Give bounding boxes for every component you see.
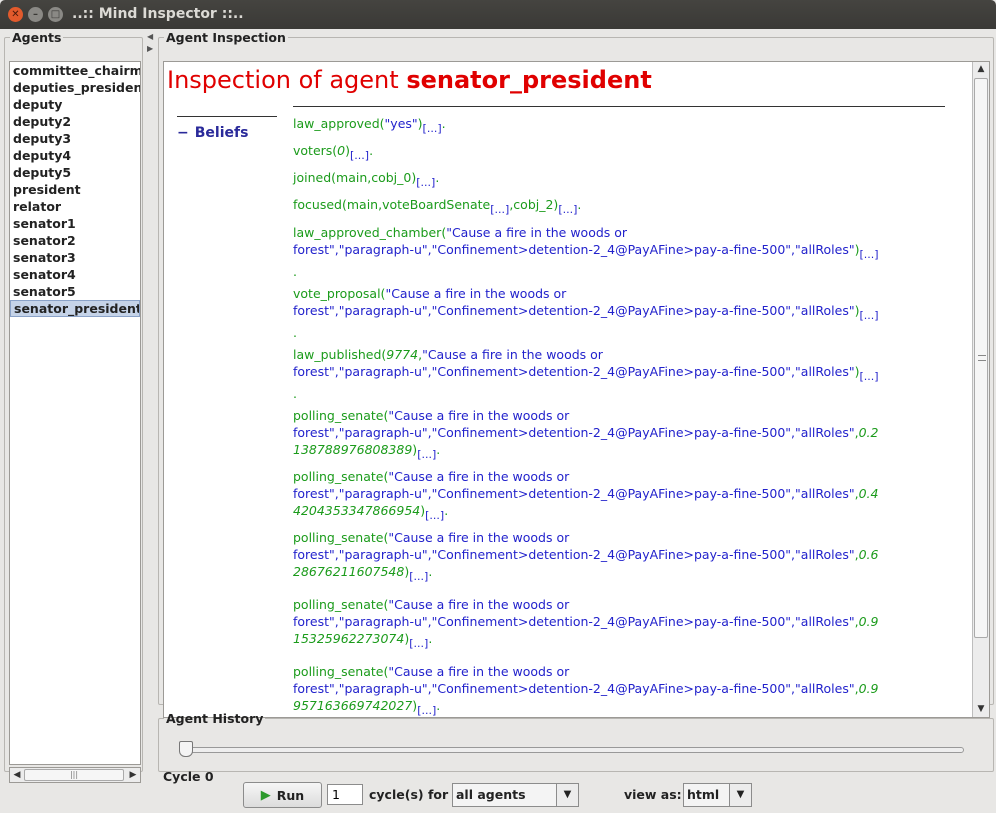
belief-polling-senate-4: polling_senate("Cause a fire in the wood… xyxy=(293,597,879,650)
agent-item-senator2[interactable]: senator2 xyxy=(10,232,140,249)
agents-panel: Agents committee_chairman deputies_presi… xyxy=(4,30,143,783)
agent-item-deputy2[interactable]: deputy2 xyxy=(10,113,140,130)
annotation-link[interactable]: [...] xyxy=(859,370,878,383)
agent-item-deputy3[interactable]: deputy3 xyxy=(10,130,140,147)
scroll-thumb[interactable] xyxy=(974,78,988,638)
expand-right-icon[interactable]: ▶ xyxy=(147,44,153,53)
history-slider-track[interactable] xyxy=(181,747,964,753)
annotation-link[interactable]: [...] xyxy=(558,203,577,216)
maximize-icon[interactable]: □ xyxy=(48,7,63,22)
belief-law-published: law_published(9774,"Cause a fire in the … xyxy=(293,347,879,401)
agent-item-senator4[interactable]: senator4 xyxy=(10,266,140,283)
annotation-link[interactable]: [...] xyxy=(350,149,369,162)
annotation-link[interactable]: [...] xyxy=(859,309,878,322)
history-legend: Agent History xyxy=(166,711,264,726)
belief-joined: joined(main,cobj_0)[...]. xyxy=(293,170,440,189)
annotation-link[interactable]: [...] xyxy=(859,248,878,261)
agent-list-hscrollbar[interactable]: ◀ ||| ▶ xyxy=(9,767,141,783)
annotation-link[interactable]: [...] xyxy=(423,122,442,135)
history-slider-knob[interactable] xyxy=(179,741,193,757)
belief-voters: voters(0)[...]. xyxy=(293,143,374,162)
beliefs-toggle[interactable]: − Beliefs xyxy=(177,116,277,141)
agent-item-senator5[interactable]: senator5 xyxy=(10,283,140,300)
annotation-link[interactable]: [...] xyxy=(416,176,435,189)
agents-select[interactable]: all agents ▼ xyxy=(452,783,579,807)
agent-item-deputy5[interactable]: deputy5 xyxy=(10,164,140,181)
agent-item-senator3[interactable]: senator3 xyxy=(10,249,140,266)
split-pane-divider[interactable]: ◀ ▶ xyxy=(146,30,155,772)
scroll-up-icon[interactable]: ▲ xyxy=(973,62,989,77)
annotation-link[interactable]: [...] xyxy=(417,448,436,461)
agent-history-panel: Agent History Cycle 0 xyxy=(158,711,994,784)
inspection-title: Inspection of agent senator_president xyxy=(167,66,652,94)
scroll-left-icon[interactable]: ◀ xyxy=(10,768,24,782)
belief-law-approved: law_approved("yes")[...]. xyxy=(293,116,446,135)
chevron-down-icon[interactable]: ▼ xyxy=(729,784,751,806)
agent-inspection-panel: Agent Inspection Inspection of agent sen… xyxy=(158,30,994,718)
agent-name: senator_president xyxy=(406,66,652,94)
close-icon[interactable]: ✕ xyxy=(8,7,23,22)
inspection-view[interactable]: Inspection of agent senator_president − B… xyxy=(163,61,990,718)
minimize-icon[interactable]: – xyxy=(28,7,43,22)
agent-list[interactable]: committee_chairman deputies_president de… xyxy=(9,61,141,765)
annotation-link[interactable]: [...] xyxy=(425,509,444,522)
agent-item-deputy[interactable]: deputy xyxy=(10,96,140,113)
agent-item-relator[interactable]: relator xyxy=(10,198,140,215)
agent-item-president[interactable]: president xyxy=(10,181,140,198)
cycles-label: cycle(s) for xyxy=(369,787,449,802)
belief-law-approved-chamber: law_approved_chamber("Cause a fire in th… xyxy=(293,225,879,279)
title-bar: ✕ – □ ..:: Mind Inspector ::.. xyxy=(0,0,996,29)
agent-item-deputy4[interactable]: deputy4 xyxy=(10,147,140,164)
window-title: ..:: Mind Inspector ::.. xyxy=(72,6,244,22)
belief-polling-senate-3: polling_senate("Cause a fire in the wood… xyxy=(293,530,879,583)
annotation-link[interactable]: [...] xyxy=(409,637,428,650)
agents-legend: Agents xyxy=(12,30,62,45)
annotation-link[interactable]: [...] xyxy=(409,570,428,583)
scroll-right-icon[interactable]: ▶ xyxy=(126,768,140,782)
agent-item-deputies-president[interactable]: deputies_president xyxy=(10,79,140,96)
grip-icon xyxy=(978,355,986,361)
agent-item-senator1[interactable]: senator1 xyxy=(10,215,140,232)
belief-polling-senate-2: polling_senate("Cause a fire in the wood… xyxy=(293,469,879,522)
view-as-label: view as: xyxy=(624,787,682,802)
cycle-label: Cycle 0 xyxy=(163,769,214,784)
view-as-select[interactable]: html ▼ xyxy=(683,783,752,807)
inspection-vscrollbar[interactable]: ▲ ▼ xyxy=(972,62,989,717)
inspection-legend: Agent Inspection xyxy=(166,30,286,45)
annotation-link[interactable]: [...] xyxy=(490,203,509,216)
scroll-thumb[interactable]: ||| xyxy=(24,769,124,781)
agent-item-committee-chairman[interactable]: committee_chairman xyxy=(10,62,140,79)
cycles-input[interactable] xyxy=(327,784,363,805)
belief-focused: focused(main,voteBoardSenate[...],cobj_2… xyxy=(293,197,582,216)
collapse-left-icon[interactable]: ◀ xyxy=(147,32,153,41)
play-icon: ▶ xyxy=(260,787,271,803)
run-button[interactable]: ▶ Run xyxy=(243,782,322,808)
beliefs-divider xyxy=(293,106,945,107)
belief-polling-senate-1: polling_senate("Cause a fire in the wood… xyxy=(293,408,879,461)
agent-item-senator-president[interactable]: senator_president xyxy=(10,300,140,317)
collapse-minus-icon[interactable]: − xyxy=(177,125,189,141)
belief-vote-proposal: vote_proposal("Cause a fire in the woods… xyxy=(293,286,879,340)
chevron-down-icon[interactable]: ▼ xyxy=(556,784,578,806)
